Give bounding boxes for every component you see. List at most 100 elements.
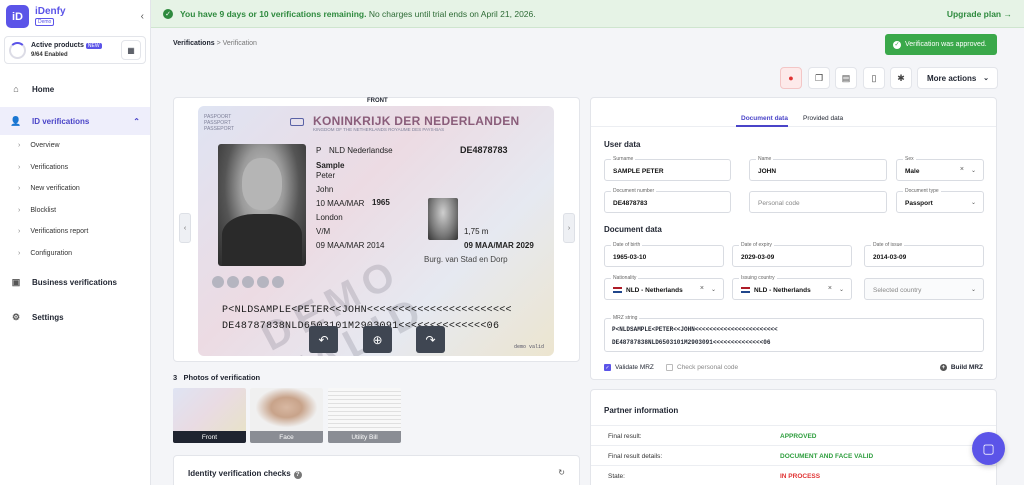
help-icon[interactable]: ?	[293, 471, 302, 479]
app-logo[interactable]: iD	[6, 5, 29, 28]
nav-id-verifications[interactable]: 👤 ID verifications ⌃	[0, 107, 150, 135]
chevron-up-icon: ⌃	[133, 116, 140, 126]
chat-button[interactable]: ▢	[972, 432, 1005, 465]
id-card-button[interactable]: ▤	[835, 67, 857, 89]
document-type-select[interactable]: Document type Passport ⌄	[896, 188, 984, 213]
user-data-title: User data	[604, 140, 641, 149]
table-row: State: IN PROCESS	[591, 465, 996, 485]
date-of-issue-field[interactable]: Date of issue 2014-03-09	[864, 242, 984, 267]
passport-surname2: Peter	[316, 171, 336, 180]
rotate-right-button[interactable]: ↷	[416, 326, 445, 353]
home-icon: ⌂	[13, 84, 19, 94]
sidebar-subitem-new-verification[interactable]: › New verification	[0, 178, 150, 200]
env-badge: Demo	[35, 18, 55, 26]
mrz-string-field[interactable]: MRZ string P<NLDSAMPLE<PETER<<JOHN<<<<<<…	[604, 315, 984, 352]
sidebar-subitem-verifications[interactable]: › Verifications	[0, 157, 150, 179]
clear-icon[interactable]: ×	[828, 285, 832, 292]
personal-code-field[interactable]: Personal code	[749, 191, 887, 213]
collapse-sidebar-icon[interactable]: ‹	[141, 11, 144, 22]
sidebar-subitem-label: Overview	[30, 142, 60, 150]
validate-mrz-checkbox[interactable]: ✓ Validate MRZ	[604, 364, 654, 371]
chevron-down-icon: ⌄	[970, 200, 976, 206]
chevron-down-icon: ⌄	[970, 168, 976, 174]
refresh-icon[interactable]: ↻	[558, 468, 565, 477]
products-grid-icon[interactable]: ▦	[121, 40, 141, 60]
passport-given-name: John	[316, 185, 334, 194]
file-icon: ▯	[871, 72, 877, 83]
more-actions-button[interactable]: More actions ⌄	[917, 67, 998, 89]
identity-checks-card: Identity verification checks? ↻	[173, 455, 580, 485]
pdf-button[interactable]: ▯	[863, 67, 885, 89]
nationality-select[interactable]: Nationality NLD - Netherlands × ⌄	[604, 275, 724, 300]
flag-nl-icon	[613, 287, 622, 294]
demo-valid-label: demo valid	[513, 344, 544, 350]
passport-issue-date: 09 MAA/MAR 2014	[316, 241, 385, 250]
prev-image-button[interactable]: ‹	[179, 213, 191, 243]
sidebar-subitem-label: Blocklist	[30, 206, 57, 214]
photo-thumb-front[interactable]: Front	[173, 388, 246, 443]
chevron-left-icon: ‹	[183, 224, 187, 232]
sidebar-subitem-label: Verifications	[30, 163, 69, 171]
issuing-country-select[interactable]: Issuing country NLD - Netherlands × ⌄	[732, 275, 852, 300]
banner-rest: No charges until trial ends on April 21,…	[366, 8, 536, 19]
breadcrumb-parent[interactable]: Verifications	[173, 40, 215, 47]
photo-thumb-utility-bill[interactable]: Utility Bill	[328, 388, 401, 443]
nav-settings[interactable]: ⚙ Settings	[0, 303, 150, 331]
briefcase-icon: ▣	[11, 276, 21, 287]
checkbox-empty-icon	[666, 364, 673, 371]
build-mrz-button[interactable]: + Build MRZ	[939, 364, 983, 371]
user-check-icon: 👤	[10, 115, 22, 126]
active-products-widget[interactable]: Active products NEW 9/64 Enabled ▦	[4, 36, 146, 64]
sidebar-subitem-configuration[interactable]: › Configuration	[0, 243, 150, 265]
tab-document-data[interactable]: Document data	[741, 115, 788, 122]
sidebar-subitem-blocklist[interactable]: › Blocklist	[0, 200, 150, 222]
sidebar: iD iDenfy Demo ‹ Active products NEW 9/64…	[0, 0, 151, 485]
products-title: Active products	[31, 42, 84, 49]
upgrade-plan-link[interactable]: Upgrade plan →	[947, 9, 1012, 19]
trial-banner: ✓ You have 9 days or 10 verifications re…	[151, 0, 1024, 28]
breadcrumb: Verifications > Verification	[173, 40, 257, 47]
chevron-down-icon: ⌄	[970, 287, 976, 293]
passport-security-dots	[212, 276, 287, 288]
mrz-line2: DE48787838NLD6503101M2903091<<<<<<<<<<<<…	[612, 339, 771, 346]
date-of-expiry-field[interactable]: Date of expiry 2029-03-09	[732, 242, 852, 267]
passport-image[interactable]: PASPOORT PASSPORT PASSEPORT KONINKRIJK D…	[198, 106, 554, 356]
document-image-viewer: FRONT ‹ › PASPOORT PASSPORT PASSEPORT KO…	[173, 97, 580, 362]
sex-select[interactable]: Sex Male × ⌄	[896, 156, 984, 181]
check-circle-icon: ✓	[893, 40, 901, 49]
tab-provided-data[interactable]: Provided data	[803, 115, 843, 122]
photo-thumb-face[interactable]: Face	[250, 388, 323, 443]
alert-icon: ●	[788, 73, 794, 83]
nav-id-verifications-label: ID verifications	[32, 116, 90, 126]
next-image-button[interactable]: ›	[563, 213, 575, 243]
nav-home[interactable]: ⌂ Home	[0, 75, 150, 103]
thumb-label: Face	[250, 431, 323, 443]
chevron-right-icon: ›	[18, 228, 21, 236]
selected-country-select[interactable]: Selected country ⌄	[864, 278, 984, 300]
passport-country: KONINKRIJK DER NEDERLANDEN	[313, 114, 520, 128]
photos-title-label: Photos of verification	[183, 373, 261, 382]
rotate-left-button[interactable]: ↶	[309, 326, 338, 353]
clear-icon[interactable]: ×	[700, 285, 704, 292]
sidebar-subitem-overview[interactable]: › Overview	[0, 135, 150, 157]
check-personal-code-checkbox[interactable]: Check personal code	[666, 364, 738, 371]
passport-mrz-line2: DE48787838NLD6503101M2903091<<<<<<<<<<<<…	[222, 321, 500, 332]
mrz-line1: P<NLDSAMPLE<PETER<<JOHN<<<<<<<<<<<<<<<<<…	[612, 326, 778, 333]
name-field[interactable]: Name JOHN	[749, 156, 887, 181]
surname-field[interactable]: Surname SAMPLE PETER	[604, 156, 731, 181]
copy-button[interactable]: ❐	[808, 67, 830, 89]
products-progress-icon	[9, 41, 26, 59]
bug-report-button[interactable]: ✱	[890, 67, 912, 89]
flag-nl-icon	[741, 287, 750, 294]
clear-icon[interactable]: ×	[960, 166, 964, 173]
sidebar-subitem-label: Configuration	[30, 249, 72, 257]
nav-business-verifications[interactable]: ▣ Business verifications	[0, 268, 150, 296]
date-of-birth-field[interactable]: Date of birth 1965-03-10	[604, 242, 724, 267]
passport-place: London	[316, 213, 343, 222]
alert-button[interactable]: ●	[780, 67, 802, 89]
sidebar-subitem-verifications-report[interactable]: › Verifications report	[0, 221, 150, 243]
zoom-button[interactable]: ⊕	[363, 326, 392, 353]
nav-home-label: Home	[32, 84, 55, 94]
zoom-in-icon: ⊕	[372, 332, 383, 347]
document-number-field[interactable]: Document number DE4878783	[604, 188, 731, 213]
